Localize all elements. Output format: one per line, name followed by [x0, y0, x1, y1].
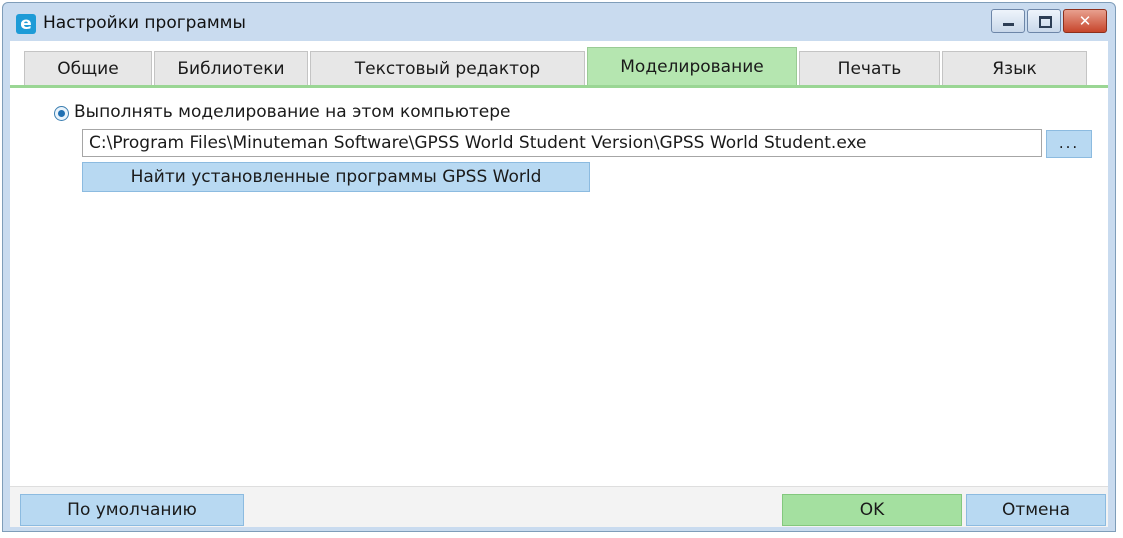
- run-local-radio[interactable]: [54, 106, 69, 121]
- tab-modeling[interactable]: Моделирование: [587, 47, 797, 85]
- ok-button[interactable]: OK: [782, 494, 962, 526]
- title-bar[interactable]: e Настройки программы ✕: [3, 3, 1115, 41]
- settings-window: e Настройки программы ✕ Общие Библиотеки…: [2, 2, 1116, 532]
- find-installed-programs-button[interactable]: Найти установленные программы GPSS World: [82, 162, 590, 192]
- run-local-label[interactable]: Выполнять моделирование на этом компьюте…: [74, 102, 511, 122]
- modeling-panel: Выполнять моделирование на этом компьюте…: [10, 88, 1108, 480]
- app-logo-icon: e: [16, 14, 36, 34]
- maximize-button[interactable]: [1027, 9, 1061, 33]
- dialog-body: Общие Библиотеки Текстовый редактор Моде…: [10, 41, 1108, 527]
- tab-print[interactable]: Печать: [799, 51, 940, 85]
- close-button[interactable]: ✕: [1063, 9, 1107, 33]
- window-controls: ✕: [989, 9, 1107, 33]
- tab-language[interactable]: Язык: [942, 51, 1087, 85]
- default-button[interactable]: По умолчанию: [20, 494, 244, 526]
- window-title: Настройки программы: [43, 13, 246, 33]
- tab-text-editor[interactable]: Текстовый редактор: [310, 51, 585, 85]
- tab-general[interactable]: Общие: [24, 51, 152, 85]
- program-path-input[interactable]: [82, 129, 1042, 157]
- minimize-button[interactable]: [991, 9, 1025, 33]
- browse-button[interactable]: ...: [1046, 130, 1092, 158]
- tab-libraries[interactable]: Библиотеки: [154, 51, 308, 85]
- tab-bar: Общие Библиотеки Текстовый редактор Моде…: [10, 41, 1108, 85]
- radio-selected-dot: [58, 110, 65, 117]
- dialog-footer: По умолчанию OK Отмена: [10, 486, 1108, 527]
- cancel-button[interactable]: Отмена: [966, 494, 1106, 526]
